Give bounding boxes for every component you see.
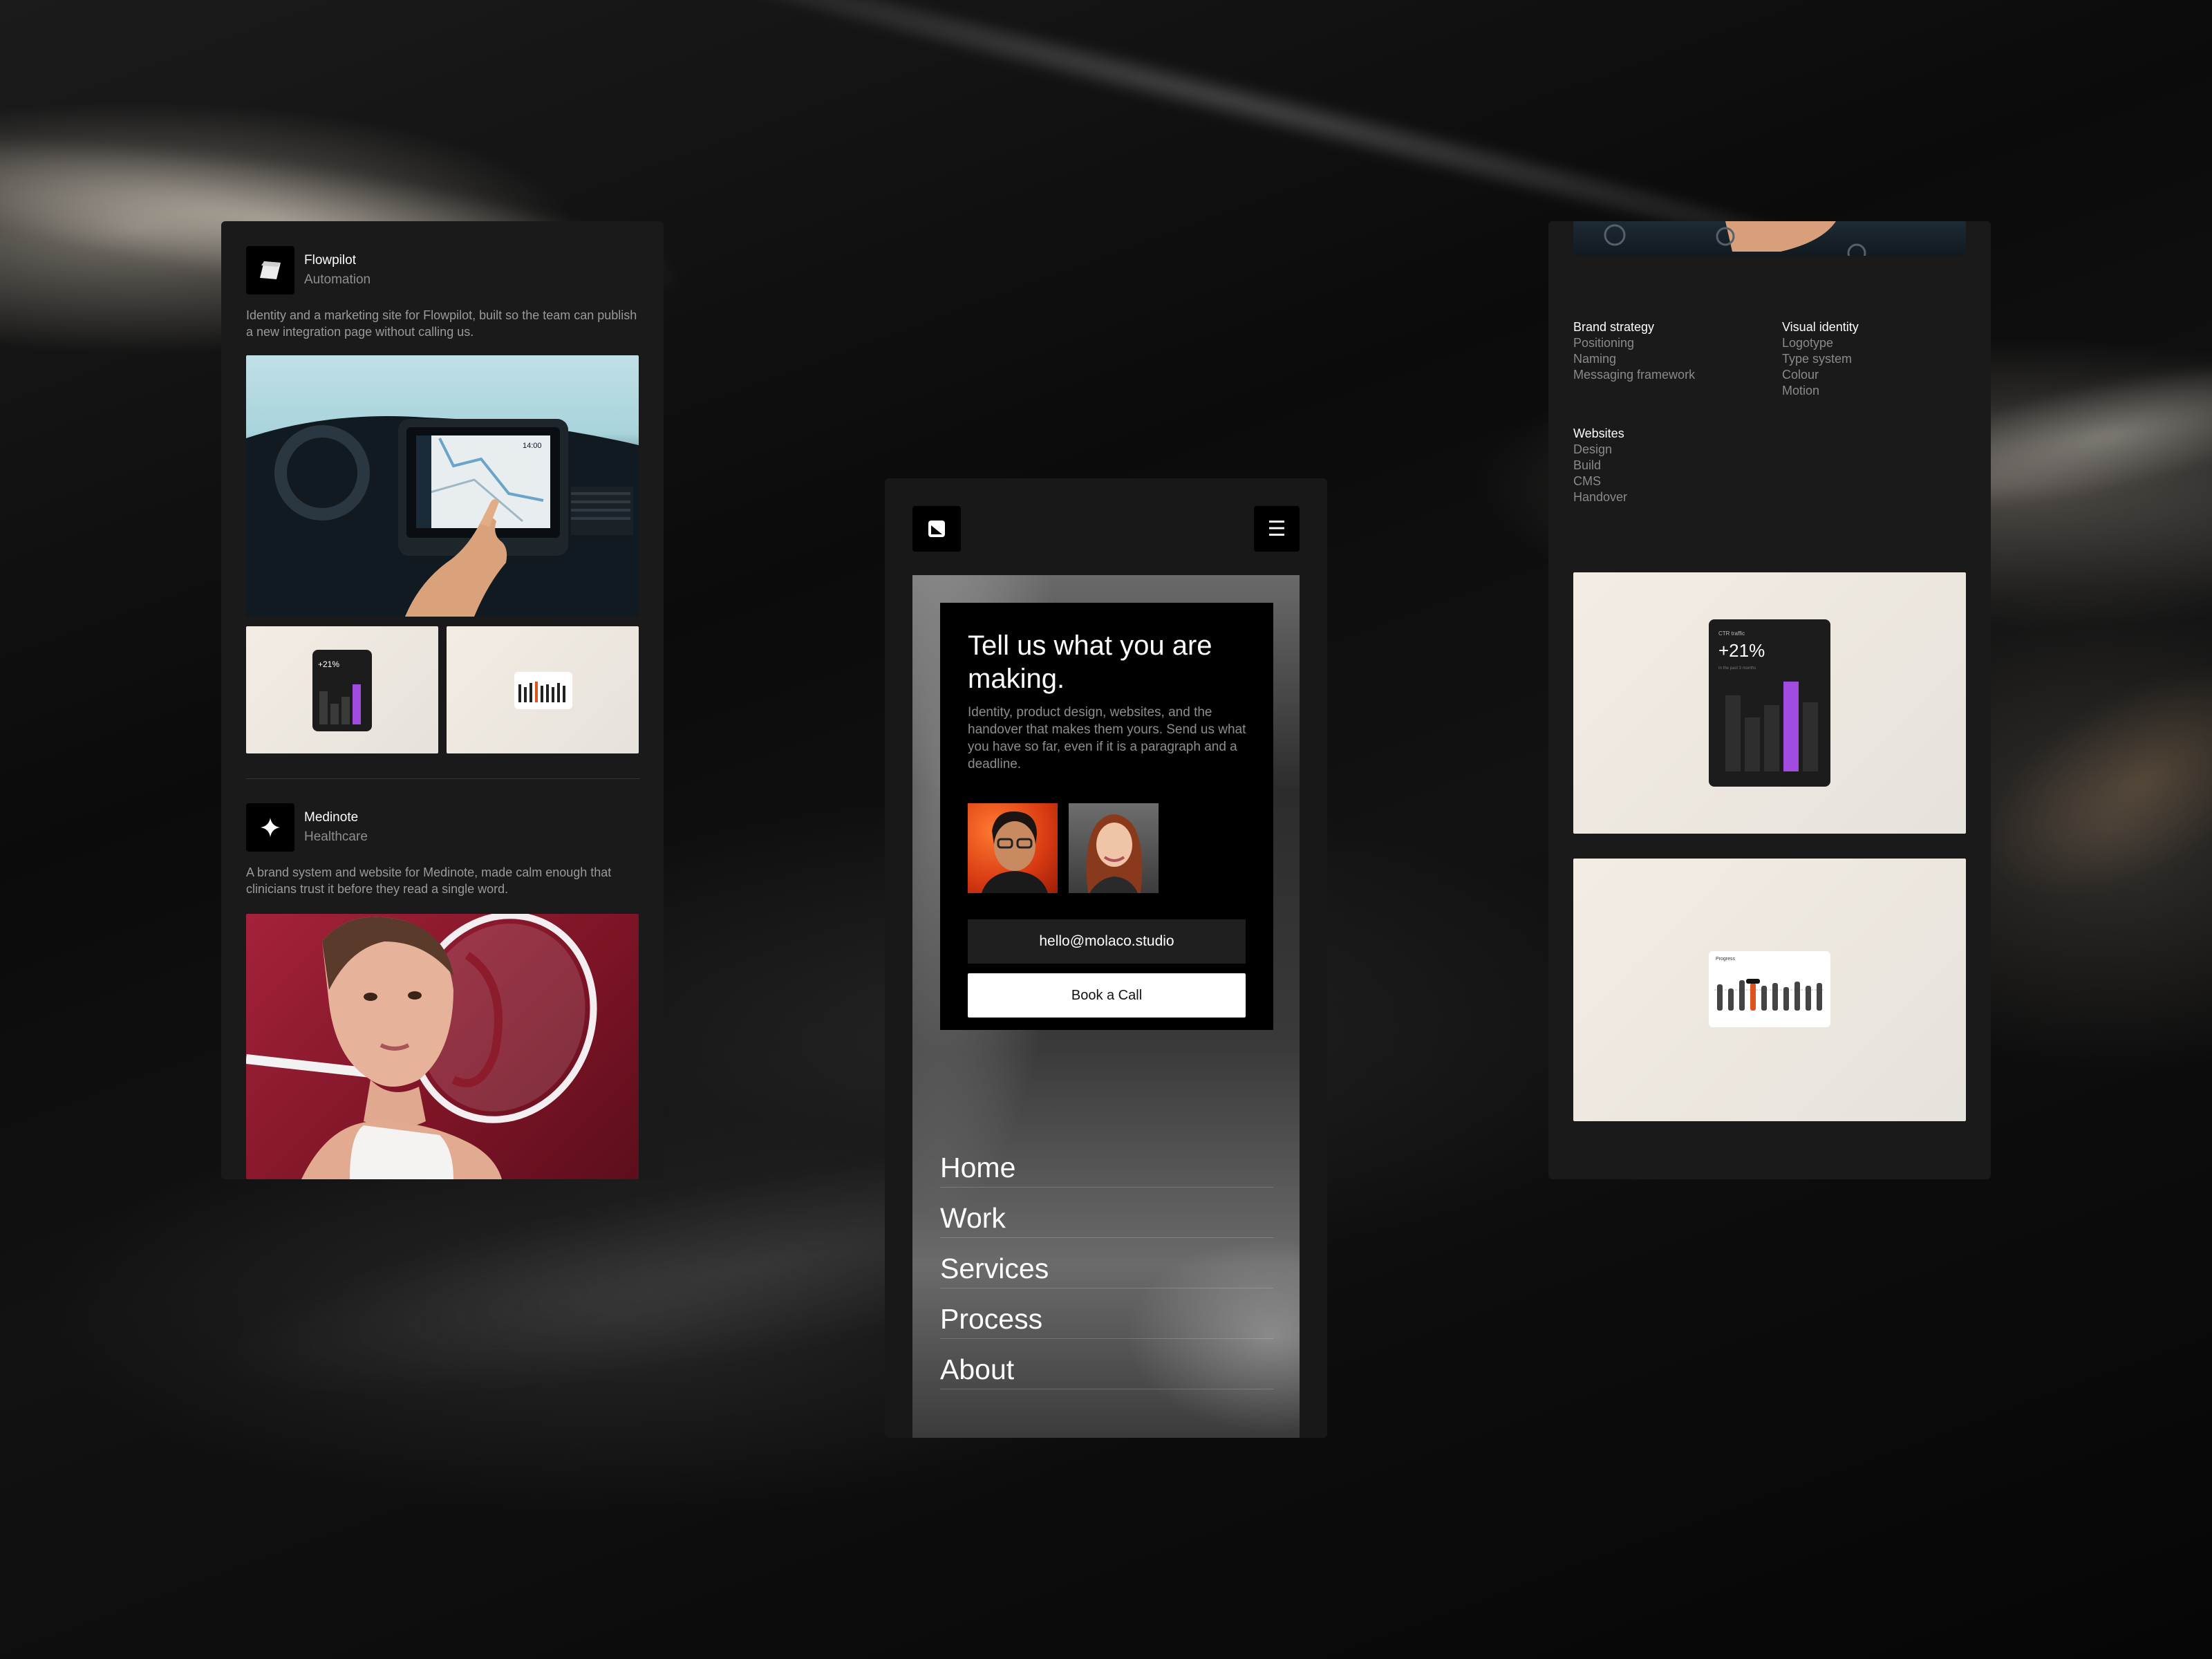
project-header-flowpilot[interactable]: Flowpilot Automation [246,246,371,294]
service-item: Handover [1573,490,1628,504]
project-description: Identity and a marketing site for Flowpi… [246,308,637,339]
book-call-button[interactable]: Book a Call [968,973,1246,1018]
service-group-brand-strategy: Brand strategy Positioning Naming Messag… [1573,319,1695,383]
mini-bar [319,691,328,724]
medinote-tennis-photo[interactable] [246,914,639,1179]
car-photo-crop [1573,221,1966,256]
service-item: Messaging framework [1573,368,1696,382]
service-item: Type system [1782,352,1853,366]
progress-label: Progress [1716,957,1736,962]
flowpilot-logo-icon [246,246,294,294]
mini-bar-highlight [353,684,361,724]
nav-item-process[interactable]: Process [940,1289,1273,1339]
progress-sliders [1714,979,1825,1011]
service-item: Logotype [1782,336,1834,350]
contact-card: Tell us what you are making. Identity, p… [940,603,1273,1030]
chart-bar [1745,718,1760,771]
studio-logo-icon[interactable] [912,506,961,552]
stat-value: +21% [1718,640,1765,661]
service-item: Positioning [1573,336,1635,350]
team-avatar-woman [1069,803,1159,893]
stat-label: CTR traffic [1718,630,1745,637]
service-item: Motion [1782,384,1820,397]
chart-bar [1725,695,1741,771]
work-panel: Flowpilot Automation Identity and a mark… [221,221,664,1179]
project-name: Medinote [304,810,359,825]
team-avatar-man [968,803,1058,893]
flowpilot-car-photo[interactable]: 14:00 [246,355,639,617]
progress-showcase[interactable]: Progress [1573,859,1966,1121]
service-heading: Visual identity [1782,320,1859,334]
service-item: Build [1573,458,1602,472]
sparkle-icon [246,803,294,852]
thumb-stat-value: +21% [318,659,340,669]
service-item: CMS [1573,474,1601,488]
portrait-illustration [246,914,597,1179]
stat-showcase[interactable]: CTR traffic +21% In the past 3 months [1573,572,1966,834]
project-name: Flowpilot [304,253,356,268]
stat-mini-card: +21% [312,650,372,731]
mini-bar [341,697,350,724]
service-item: Colour [1782,368,1819,382]
service-heading: Websites [1573,427,1624,440]
service-group-websites: Websites Design Build CMS Handover [1573,426,1627,505]
stat-card: CTR traffic +21% In the past 3 months [1709,619,1830,787]
dashboard-illustration: 14:00 [246,416,639,617]
nav-item-work[interactable]: Work [940,1188,1273,1238]
flowpilot-stat-thumb[interactable]: +21% [246,626,438,753]
progress-bars [518,682,565,702]
mini-bar [330,704,339,724]
project-category: Automation [304,272,371,287]
progress-mini-card [514,672,572,709]
chart-bar [1764,705,1779,771]
project-description: A brand system and website for Medinote,… [246,865,612,896]
email-button[interactable]: hello@molaco.studio [968,919,1246,964]
menu-icon[interactable]: ☰ [1254,506,1300,552]
service-item: Naming [1573,352,1617,366]
flowpilot-progress-thumb[interactable] [447,626,639,753]
service-item: Design [1573,442,1613,456]
service-group-visual-identity: Visual identity Logotype Type system Col… [1782,319,1859,399]
stat-sub: In the past 3 months [1718,666,1756,671]
contact-body: Identity, product design, websites, and … [968,705,1246,771]
project-category: Healthcare [304,830,368,844]
chart-bar [1803,702,1818,771]
services-panel: Brand strategy Positioning Naming Messag… [1548,221,1991,1179]
nav-item-services[interactable]: Services [940,1239,1273,1288]
project-header-medinote[interactable]: Medinote Healthcare [246,803,368,852]
nav-item-home[interactable]: Home [940,1138,1273,1188]
nav-item-about[interactable]: About [940,1340,1273,1389]
contact-title: Tell us what you are making. [968,630,1212,694]
service-heading: Brand strategy [1573,320,1655,334]
chart-bar-highlight [1783,682,1799,771]
divider [246,778,640,779]
dash-clock: 14:00 [523,442,542,450]
mobile-menu-panel: ☰ Tell us what you are making. Identity,… [885,478,1327,1438]
progress-card: Progress [1709,951,1830,1027]
